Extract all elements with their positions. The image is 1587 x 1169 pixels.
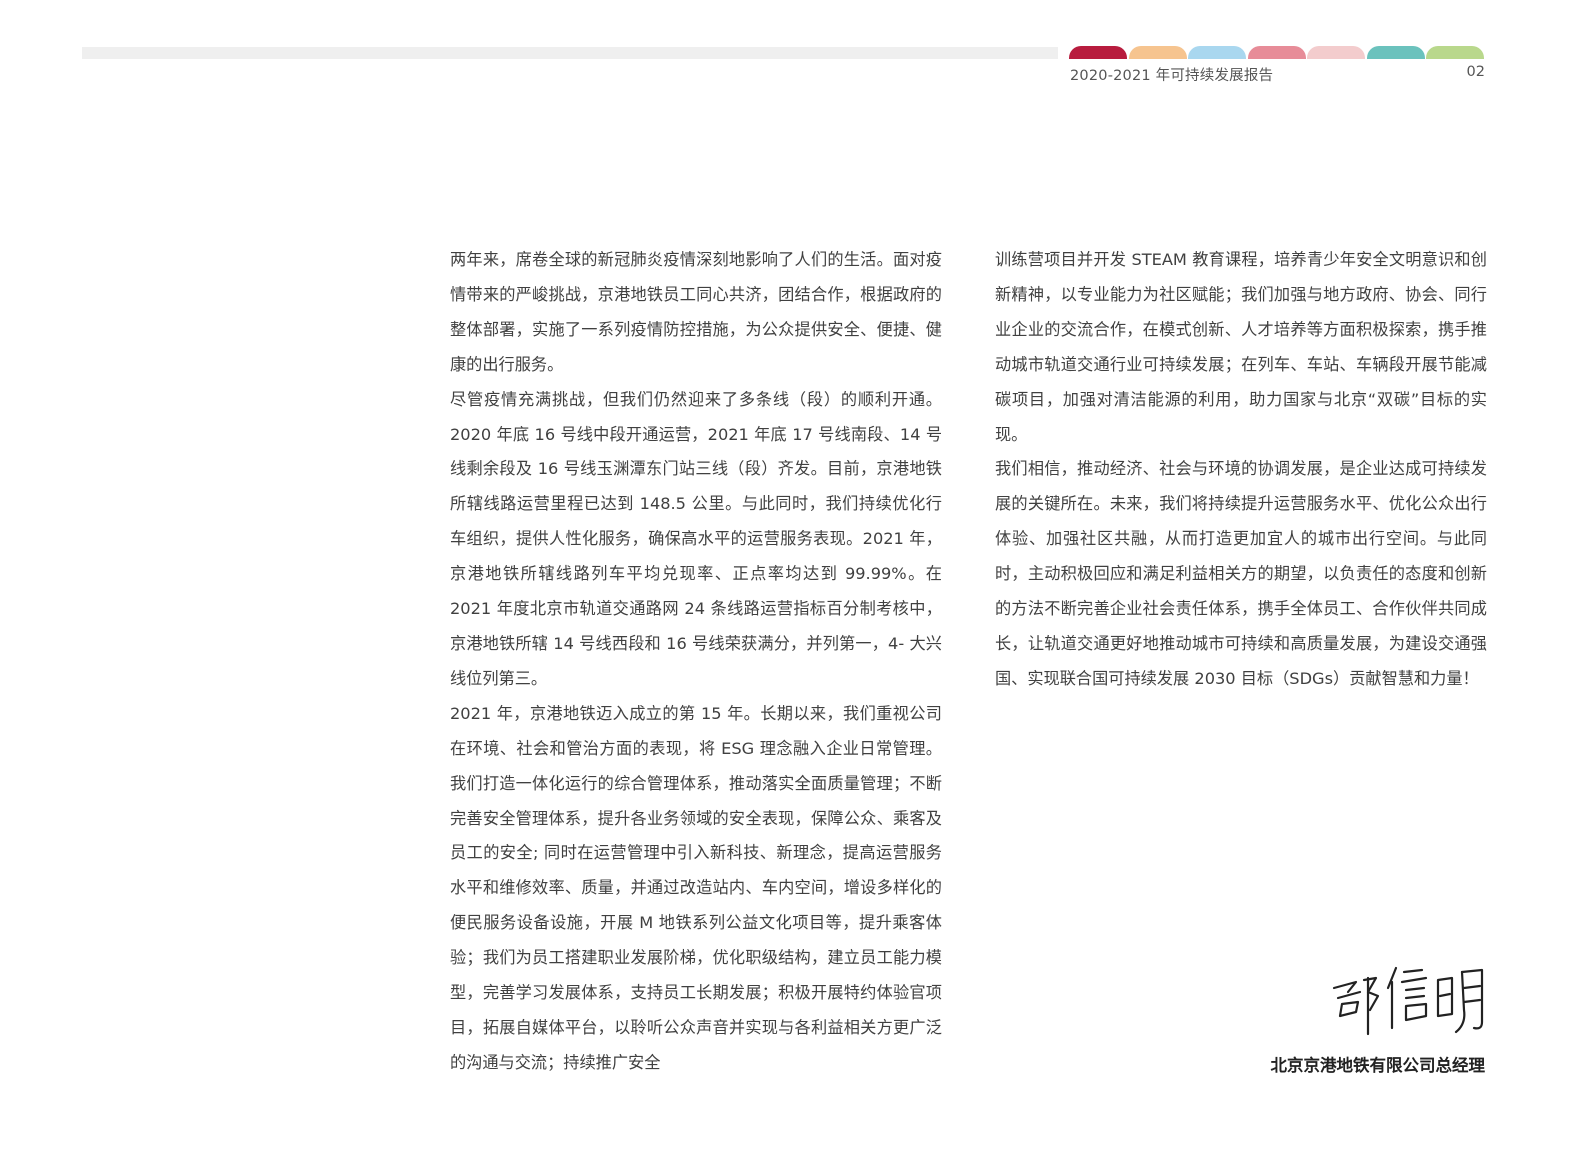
color-tab bbox=[1426, 46, 1484, 59]
paragraph: 尽管疫情充满挑战，但我们仍然迎来了多条线（段）的顺利开通。2020 年底 16 … bbox=[450, 389, 942, 688]
paragraph: 2021 年，京港地铁迈入成立的第 15 年。长期以来，我们重视公司在环境、社会… bbox=[450, 703, 942, 1072]
color-tab bbox=[1247, 46, 1306, 59]
handwritten-signature bbox=[1332, 966, 1484, 1036]
left-column: 两年来，席卷全球的新冠肺炎疫情深刻地影响了人们的生活。面对疫情带来的严峻挑战，京… bbox=[450, 243, 942, 1081]
color-tab bbox=[1188, 46, 1246, 59]
color-tab bbox=[1128, 46, 1187, 59]
color-tab bbox=[1366, 46, 1425, 59]
report-title: 2020-2021 年可持续发展报告 bbox=[1070, 68, 1274, 84]
signer-title: 北京京港地铁有限公司总经理 bbox=[1270, 1056, 1486, 1075]
color-tabs bbox=[1069, 46, 1486, 59]
page-number: 02 bbox=[1466, 64, 1485, 80]
header-divider-bar bbox=[82, 47, 1058, 59]
paragraph: 训练营项目并开发 STEAM 教育课程，培养青少年安全文明意识和创新精神，以专业… bbox=[995, 250, 1487, 444]
paragraph: 两年来，席卷全球的新冠肺炎疫情深刻地影响了人们的生活。面对疫情带来的严峻挑战，京… bbox=[450, 250, 942, 374]
right-column: 训练营项目并开发 STEAM 教育课程，培养青少年安全文明意识和创新精神，以专业… bbox=[995, 243, 1487, 697]
color-tab bbox=[1307, 46, 1365, 59]
color-tab bbox=[1069, 46, 1127, 59]
paragraph: 我们相信，推动经济、社会与环境的协调发展，是企业达成可持续发展的关键所在。未来，… bbox=[995, 459, 1487, 688]
